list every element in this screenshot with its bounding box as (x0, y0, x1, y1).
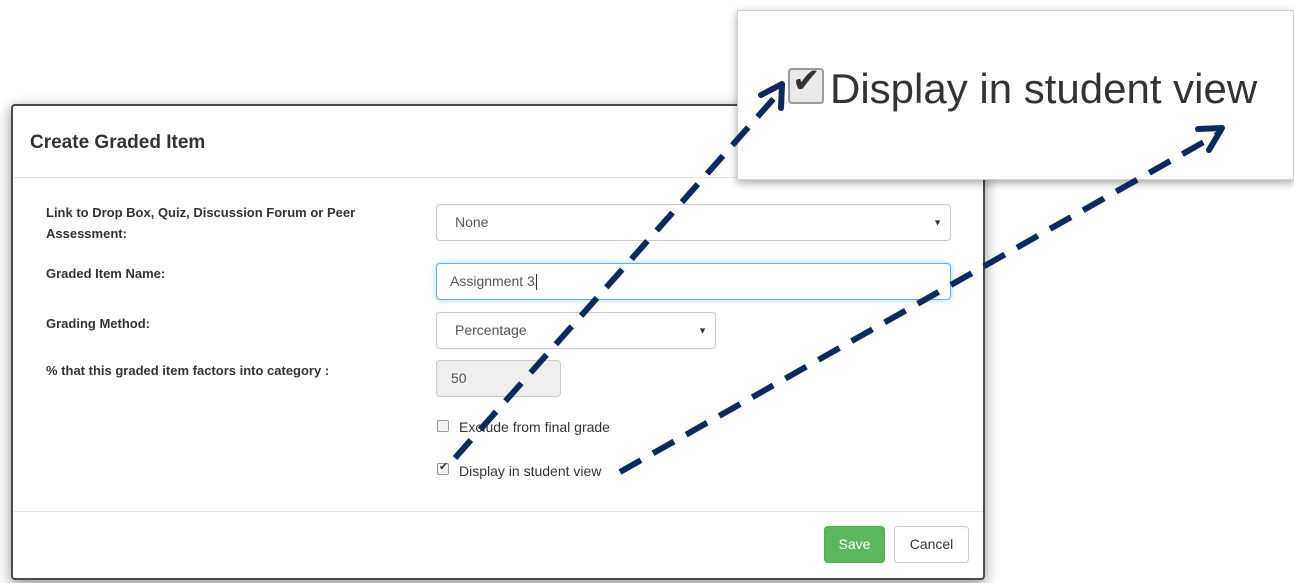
link-select[interactable]: None ▼ (436, 204, 951, 241)
exclude-label: Exclude from final grade (459, 419, 610, 435)
exclude-checkbox[interactable] (437, 420, 449, 432)
method-label: Grading Method: (46, 316, 150, 331)
cancel-button[interactable]: Cancel (894, 526, 969, 563)
dialog-footer-divider (13, 511, 983, 512)
caret-down-icon: ▼ (933, 217, 942, 227)
display-checkbox[interactable]: ✔ (437, 461, 449, 475)
zoom-checkbox: ✔ (788, 62, 824, 104)
dialog-title: Create Graded Item (30, 132, 206, 153)
link-label: Link to Drop Box, Quiz, Discussion Forum… (46, 202, 406, 244)
display-label: Display in student view (459, 463, 602, 479)
link-label-line1: Link to Drop Box, Quiz, Discussion Forum… (46, 205, 356, 220)
link-select-value: None (455, 214, 489, 230)
caret-down-icon: ▼ (698, 325, 707, 335)
factor-input-value: 50 (451, 370, 467, 386)
checkmark-icon: ✔ (792, 62, 821, 100)
save-button[interactable]: Save (824, 526, 885, 563)
grading-method-select[interactable]: Percentage ▼ (436, 312, 716, 349)
method-select-value: Percentage (455, 322, 527, 338)
factor-input[interactable]: 50 (436, 360, 561, 397)
name-label: Graded Item Name: (46, 266, 166, 281)
name-input-value: Assignment 3 (450, 273, 535, 289)
link-label-line2: Assessment: (46, 226, 127, 241)
zoom-label: Display in student view (830, 65, 1258, 112)
zoom-callout: ✔ Display in student view (737, 10, 1294, 180)
text-cursor (535, 274, 537, 291)
graded-item-name-input[interactable]: Assignment 3 (436, 263, 951, 300)
factor-label: % that this graded item factors into cat… (46, 363, 330, 378)
checkmark-icon: ✔ (439, 461, 449, 473)
